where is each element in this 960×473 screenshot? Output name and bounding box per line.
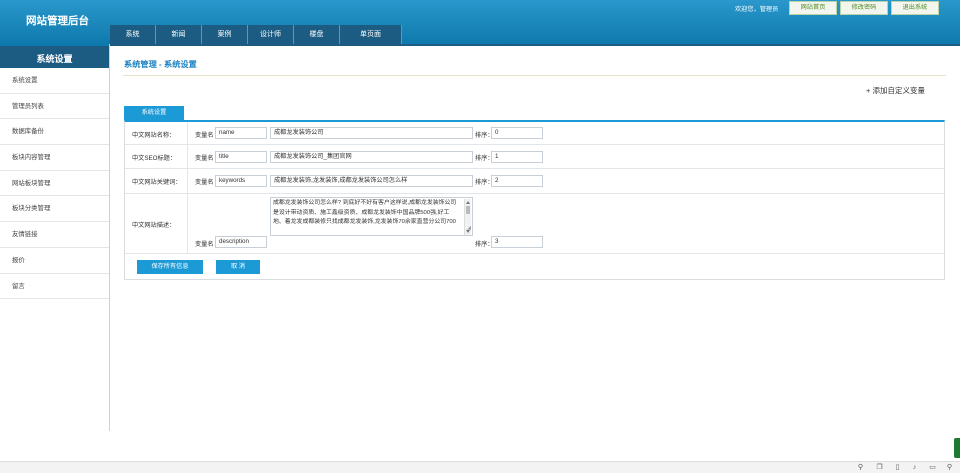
var-name-input[interactable]: name bbox=[215, 127, 267, 139]
tab-system-settings[interactable]: 系统设置 bbox=[124, 106, 184, 120]
var-label: 变量名 bbox=[195, 179, 214, 186]
breadcrumb-divider bbox=[123, 75, 946, 76]
pin-icon[interactable]: ⚲ bbox=[857, 464, 864, 471]
var-label: 变量名 bbox=[195, 132, 214, 139]
cancel-button[interactable]: 取 消 bbox=[216, 260, 260, 274]
resize-grip-icon[interactable]: ◢ bbox=[467, 224, 471, 234]
save-all-button[interactable]: 保存所有信息 bbox=[137, 260, 203, 274]
var-name-input[interactable]: description bbox=[215, 236, 267, 248]
var-name-input[interactable]: title bbox=[215, 151, 267, 163]
setting-row-keywords: 中文网站关键词： 变量名 keywords 成都龙发装饰,龙发装饰,成都龙发装饰… bbox=[125, 169, 944, 194]
row-label: 中文网站关键词： bbox=[132, 179, 182, 186]
sort-input[interactable]: 2 bbox=[491, 175, 543, 187]
breadcrumb: 系统管理 - 系统设置 bbox=[124, 60, 197, 69]
sidebar-item-quote[interactable]: 报价 bbox=[0, 248, 109, 274]
setting-row-description: 中文网站描述： 变量名 description 成都龙发装饰公司怎么样? 到底好… bbox=[125, 194, 944, 254]
sidebar-item-admin-list[interactable]: 管理员列表 bbox=[0, 94, 109, 120]
side-widget[interactable] bbox=[954, 438, 960, 458]
sidebar-item-messages[interactable]: 留言 bbox=[0, 274, 109, 300]
var-label: 变量名 bbox=[195, 241, 214, 248]
sidebar-item-block-categories[interactable]: 板块分类管理 bbox=[0, 196, 109, 223]
top-bar: 网站管理后台 欢迎您，管理员 网站首页 修改密码 退出系统 系统 新闻 案例 设… bbox=[0, 0, 960, 44]
volume-icon[interactable]: ♪ bbox=[911, 464, 918, 471]
row-label: 中文网站描述： bbox=[132, 222, 176, 229]
copy-icon[interactable]: ❐ bbox=[876, 464, 883, 471]
var-name-input[interactable]: keywords bbox=[215, 175, 267, 187]
sidebar-item-block-content[interactable]: 板块内容管理 bbox=[0, 145, 109, 171]
settings-form: 中文网站名称： 变量名 name 成都龙发装饰公司 排序： 0 中文SEO标题：… bbox=[124, 120, 945, 280]
value-input[interactable]: 成都龙发装饰,龙发装饰,成都龙发装饰公司怎么样 bbox=[270, 175, 473, 187]
sidebar-item-system-settings[interactable]: 系统设置 bbox=[0, 68, 109, 94]
row-label: 中文SEO标题： bbox=[132, 155, 177, 162]
search-icon[interactable]: ⚲ bbox=[946, 464, 953, 471]
var-label: 变量名 bbox=[195, 155, 214, 162]
nav-item-system[interactable]: 系统 bbox=[110, 25, 156, 44]
scroll-up-icon[interactable] bbox=[466, 201, 470, 204]
value-input[interactable]: 成都龙发装饰公司_集团官网 bbox=[270, 151, 473, 163]
setting-row-title: 中文SEO标题： 变量名 title 成都龙发装饰公司_集团官网 排序： 1 bbox=[125, 145, 944, 169]
main-nav: 系统 新闻 案例 设计师 楼盘 单页面 bbox=[110, 25, 402, 44]
sort-input[interactable]: 0 bbox=[491, 127, 543, 139]
sidebar-item-friend-links[interactable]: 友情链接 bbox=[0, 222, 109, 248]
change-password-button[interactable]: 修改密码 bbox=[840, 1, 888, 15]
nav-item-single-page[interactable]: 单页面 bbox=[340, 25, 402, 44]
trash-icon[interactable]: ▯ bbox=[894, 464, 901, 471]
sidebar-item-db-backup[interactable]: 数据库备份 bbox=[0, 119, 109, 146]
value-input[interactable]: 成都龙发装饰公司 bbox=[270, 127, 473, 139]
setting-row-name: 中文网站名称： 变量名 name 成都龙发装饰公司 排序： 0 bbox=[125, 122, 944, 145]
nav-underline bbox=[110, 44, 960, 46]
welcome-text: 欢迎您，管理员 bbox=[735, 6, 779, 13]
row-label: 中文网站名称： bbox=[132, 132, 176, 139]
description-text: 成都龙发装饰公司怎么样? 到底好不好有客户这样说,成都龙发装饰公司是设计带动资质… bbox=[273, 200, 457, 226]
description-textarea[interactable]: 成都龙发装饰公司怎么样? 到底好不好有客户这样说,成都龙发装饰公司是设计带动资质… bbox=[270, 197, 473, 236]
sidebar: 系统设置 系统设置 管理员列表 数据库备份 板块内容管理 网站板块管理 板块分类… bbox=[0, 44, 110, 431]
app-logo-title: 网站管理后台 bbox=[26, 15, 89, 27]
sidebar-item-site-blocks[interactable]: 网站板块管理 bbox=[0, 171, 109, 197]
nav-item-cases[interactable]: 案例 bbox=[202, 25, 248, 44]
add-custom-variable-link[interactable]: + 添加自定义变量 bbox=[866, 85, 925, 96]
site-home-button[interactable]: 网站首页 bbox=[789, 1, 837, 15]
chat-icon[interactable]: ▭ bbox=[929, 464, 936, 471]
sidebar-title: 系统设置 bbox=[0, 44, 109, 68]
nav-item-properties[interactable]: 楼盘 bbox=[294, 25, 340, 44]
nav-item-designers[interactable]: 设计师 bbox=[248, 25, 294, 44]
scroll-thumb[interactable] bbox=[466, 206, 470, 214]
nav-item-news[interactable]: 新闻 bbox=[156, 25, 202, 44]
sort-input[interactable]: 3 bbox=[491, 236, 543, 248]
sort-input[interactable]: 1 bbox=[491, 151, 543, 163]
logout-button[interactable]: 退出系统 bbox=[891, 1, 939, 15]
taskbar: ⚲ ❐ ▯ ♪ ▭ ⚲ bbox=[0, 461, 960, 473]
